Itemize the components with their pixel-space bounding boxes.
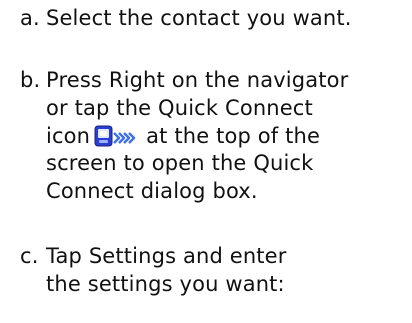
step-line: Connect dialog box.: [46, 179, 258, 204]
step-marker: c.: [20, 244, 39, 268]
quick-connect-icon: [94, 125, 144, 147]
step-marker: b.: [20, 68, 41, 92]
step-line: Press Right on the navigator: [46, 68, 349, 92]
step-line-with-icon: icon at the top of the: [46, 123, 408, 151]
step-text: Select the contact you want.: [46, 5, 408, 33]
step-text: Press Right on the navigator or tap the …: [46, 67, 408, 206]
step-line: Tap Settings and enter: [46, 244, 287, 268]
step-line-part: at the top of the: [146, 123, 321, 148]
step-text: Tap Settings and enter the settings you …: [46, 243, 408, 299]
step-line: Select the contact you want.: [46, 6, 352, 30]
step-line: screen to open the Quick: [46, 151, 314, 176]
step-line-part: icon: [46, 123, 91, 148]
step-line: the settings you want:: [46, 271, 285, 296]
step-marker: a.: [20, 6, 40, 30]
step-line: or tap the Quick Connect: [46, 95, 313, 120]
